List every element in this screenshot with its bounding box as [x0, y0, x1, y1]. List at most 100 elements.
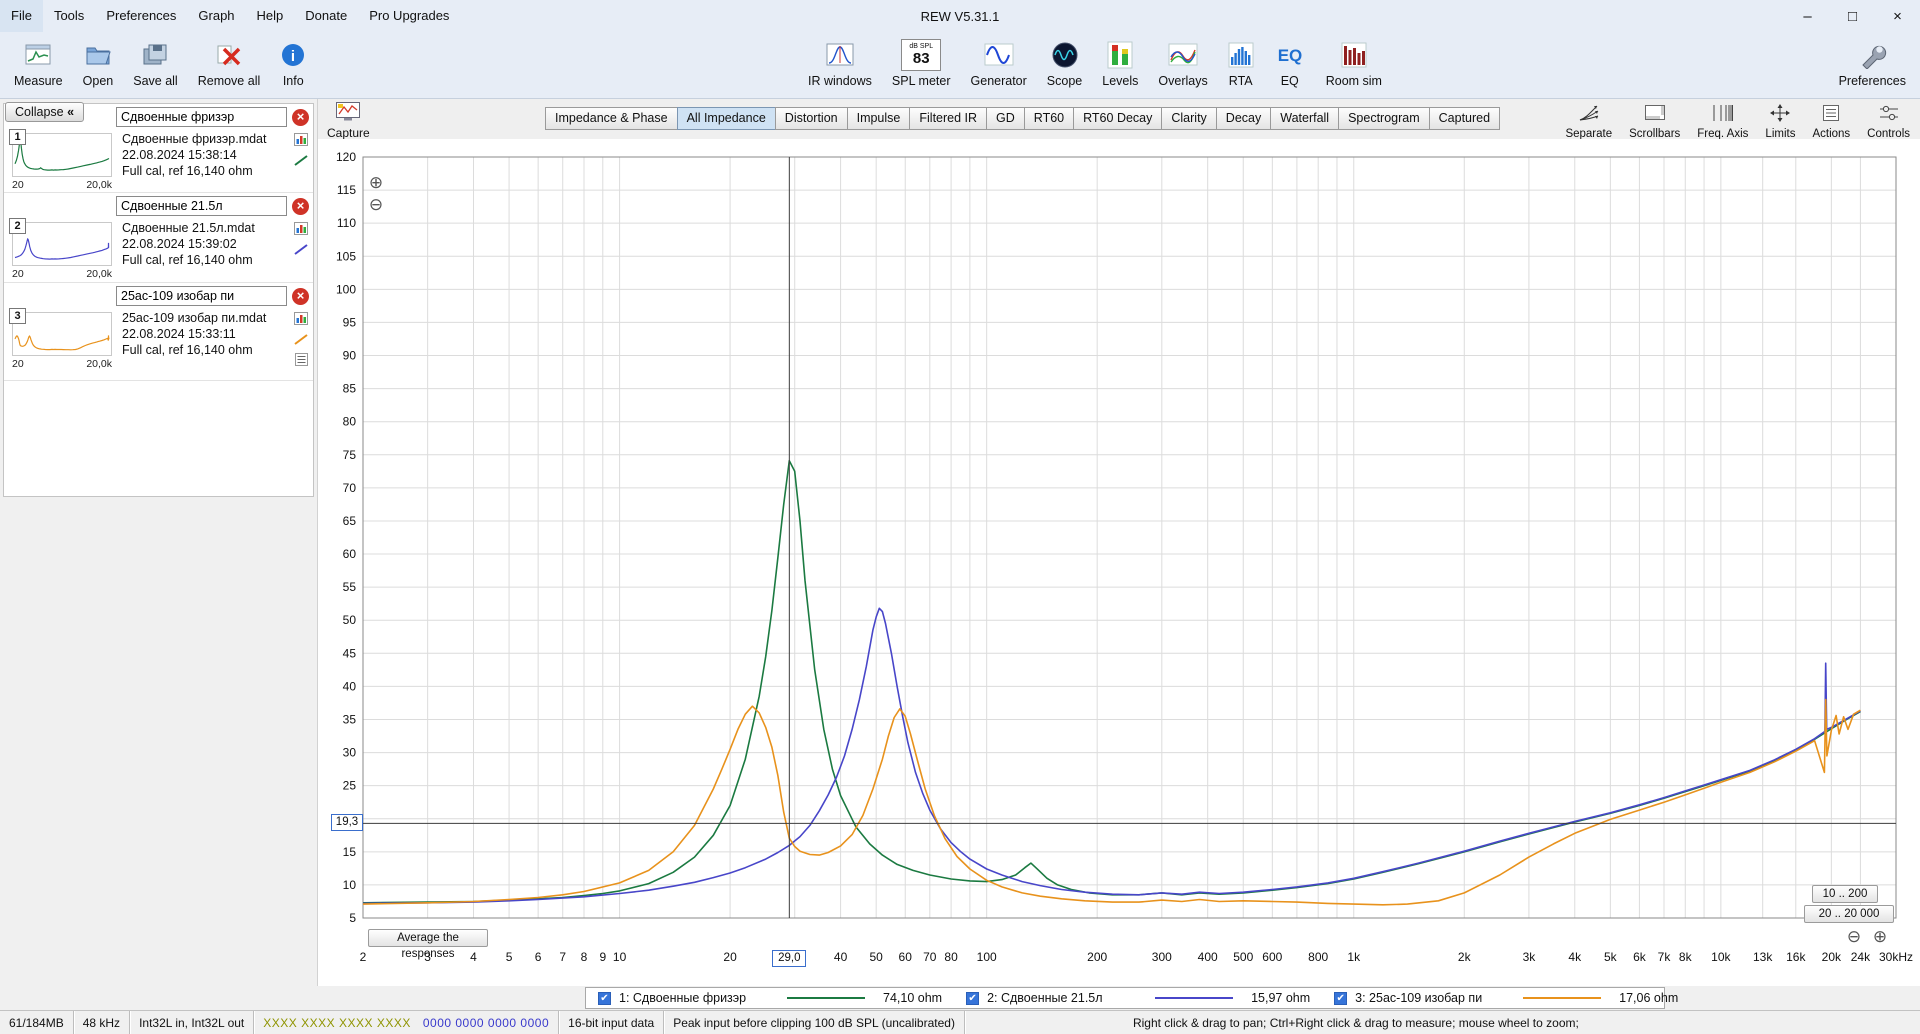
measurement-thumbnail[interactable] — [12, 133, 112, 177]
generator-button[interactable]: Generator — [963, 34, 1035, 90]
trace-color-icon[interactable] — [294, 332, 308, 346]
menu-pro-upgrades[interactable]: Pro Upgrades — [358, 0, 460, 32]
notes-icon[interactable] — [294, 353, 308, 366]
limits-icon — [1768, 103, 1792, 126]
info-button[interactable]: i Info — [272, 34, 314, 90]
minimize-button[interactable]: – — [1785, 0, 1830, 32]
tab-all-impedance[interactable]: All Impedance — [676, 107, 776, 130]
remove-measurement-button[interactable]: × — [292, 108, 309, 126]
actions-button[interactable]: Actions — [1808, 101, 1854, 142]
status-memory: 61/184MB — [0, 1011, 74, 1034]
measurement-chart-icon[interactable] — [294, 133, 308, 146]
freq-axis-button[interactable]: Freq. Axis — [1693, 101, 1752, 142]
svg-text:EQ: EQ — [1277, 46, 1302, 65]
tab-gd[interactable]: GD — [986, 107, 1025, 130]
menu-help[interactable]: Help — [246, 0, 295, 32]
collapse-chevrons-icon: « — [67, 105, 75, 119]
trace-color-icon[interactable] — [294, 242, 308, 256]
measurement-thumbnail[interactable] — [12, 312, 112, 356]
rta-icon — [1228, 37, 1254, 73]
tab-clarity[interactable]: Clarity — [1161, 107, 1217, 130]
scope-button[interactable]: Scope — [1039, 34, 1090, 90]
menu-preferences[interactable]: Preferences — [95, 0, 187, 32]
collapse-panel-button[interactable]: Collapse « — [5, 102, 85, 122]
controls-button[interactable]: Controls — [1863, 101, 1914, 142]
impedance-chart[interactable]: 2345678910203040506070801002003004005006… — [318, 139, 1920, 985]
zoom-in-y-button[interactable]: ⊕ — [366, 173, 386, 193]
room-sim-button[interactable]: Room sim — [1318, 34, 1390, 90]
limits-button[interactable]: Limits — [1761, 101, 1799, 142]
tab-impedance-phase[interactable]: Impedance & Phase — [545, 107, 678, 130]
close-button[interactable]: × — [1875, 0, 1920, 32]
menu-graph[interactable]: Graph — [187, 0, 245, 32]
svg-text:20k: 20k — [1822, 950, 1842, 964]
maximize-button[interactable]: □ — [1830, 0, 1875, 32]
menu-donate[interactable]: Donate — [294, 0, 358, 32]
zoom-preset-10-200-button[interactable]: 10 .. 200 — [1812, 885, 1878, 903]
tab-rt60-decay[interactable]: RT60 Decay — [1073, 107, 1163, 130]
thumb-freq-min: 20 — [12, 179, 24, 191]
average-responses-button[interactable]: Average the responses — [368, 929, 488, 960]
measurement-chart-icon[interactable] — [294, 222, 308, 235]
legend-checkbox-1[interactable]: ✔ — [598, 991, 611, 1005]
tab-decay[interactable]: Decay — [1215, 107, 1272, 130]
tab-distortion[interactable]: Distortion — [774, 107, 848, 130]
capture-icon — [335, 101, 361, 125]
svg-text:15: 15 — [343, 845, 357, 859]
svg-text:800: 800 — [1308, 950, 1328, 964]
legend-checkbox-2[interactable]: ✔ — [966, 991, 980, 1005]
remove-all-button[interactable]: Remove all — [190, 34, 269, 90]
tab-spectrogram[interactable]: Spectrogram — [1338, 107, 1430, 130]
zoom-out-y-button[interactable]: ⊖ — [366, 195, 386, 215]
remove-measurement-button[interactable]: × — [292, 287, 309, 305]
svg-text:40: 40 — [834, 950, 848, 964]
measurement-name-input[interactable] — [116, 286, 287, 306]
measurement-thumbnail[interactable] — [12, 222, 112, 266]
legend-checkbox-3[interactable]: ✔ — [1334, 991, 1348, 1005]
svg-text:30kHz: 30kHz — [1879, 950, 1913, 964]
open-button[interactable]: Open — [75, 34, 122, 90]
svg-text:95: 95 — [343, 315, 357, 329]
legend-label: 2: Сдвоенные 21.5л — [987, 991, 1103, 1005]
measurement-chart-icon[interactable] — [294, 312, 308, 325]
eq-button[interactable]: EQ EQ — [1266, 34, 1314, 90]
controls-icon — [1877, 103, 1901, 126]
legend-cursor-value: 15,97 ohm — [1251, 991, 1311, 1005]
scrollbars-button[interactable]: Scrollbars — [1625, 101, 1684, 142]
zoom-out-button[interactable]: ⊖ — [1844, 927, 1864, 947]
measurements-panel: Collapse « × 1 20 20,0k Сдвоенные фризэр… — [0, 99, 318, 986]
svg-text:400: 400 — [1198, 950, 1218, 964]
zoom-in-button[interactable]: ⊕ — [1870, 927, 1890, 947]
svg-text:5k: 5k — [1604, 950, 1618, 964]
overlays-button[interactable]: Overlays — [1150, 34, 1215, 90]
tab-captured[interactable]: Captured — [1428, 107, 1501, 130]
measurement-card-3[interactable]: × 3 20 20,0k 25ас-109 изобар пи.mdat 22.… — [4, 283, 313, 381]
tab-waterfall[interactable]: Waterfall — [1270, 107, 1340, 130]
spl-meter-button[interactable]: dB SPL 83 SPL meter — [884, 34, 959, 90]
ir-windows-button[interactable]: IR windows — [800, 34, 880, 90]
svg-text:100: 100 — [977, 950, 997, 964]
svg-text:6k: 6k — [1633, 950, 1647, 964]
menu-file[interactable]: File — [0, 0, 43, 32]
remove-measurement-button[interactable]: × — [292, 197, 309, 215]
trace-color-icon[interactable] — [294, 153, 308, 167]
svg-text:5: 5 — [349, 911, 356, 925]
preferences-button[interactable]: Preferences — [1831, 34, 1914, 90]
capture-button[interactable]: Capture — [323, 100, 374, 141]
measurement-name-input[interactable] — [116, 107, 287, 127]
levels-button[interactable]: Levels — [1094, 34, 1146, 90]
measure-icon — [24, 37, 52, 73]
zoom-preset-20-20000-button[interactable]: 20 .. 20 000 — [1804, 905, 1894, 923]
svg-text:2k: 2k — [1458, 950, 1472, 964]
separate-button[interactable]: Separate — [1561, 101, 1616, 142]
menu-tools[interactable]: Tools — [43, 0, 95, 32]
measurement-name-input[interactable] — [116, 196, 287, 216]
measurement-card-2[interactable]: × 2 20 20,0k Сдвоенные 21.5л.mdat 22.08.… — [4, 193, 313, 283]
save-all-button[interactable]: Save all — [125, 34, 185, 90]
rta-button[interactable]: RTA — [1220, 34, 1262, 90]
tab-filtered-ir[interactable]: Filtered IR — [909, 107, 988, 130]
tab-rt60[interactable]: RT60 — [1023, 107, 1075, 130]
tab-impulse[interactable]: Impulse — [846, 107, 911, 130]
measure-button[interactable]: Measure — [6, 34, 71, 90]
wrench-icon — [1857, 37, 1887, 73]
